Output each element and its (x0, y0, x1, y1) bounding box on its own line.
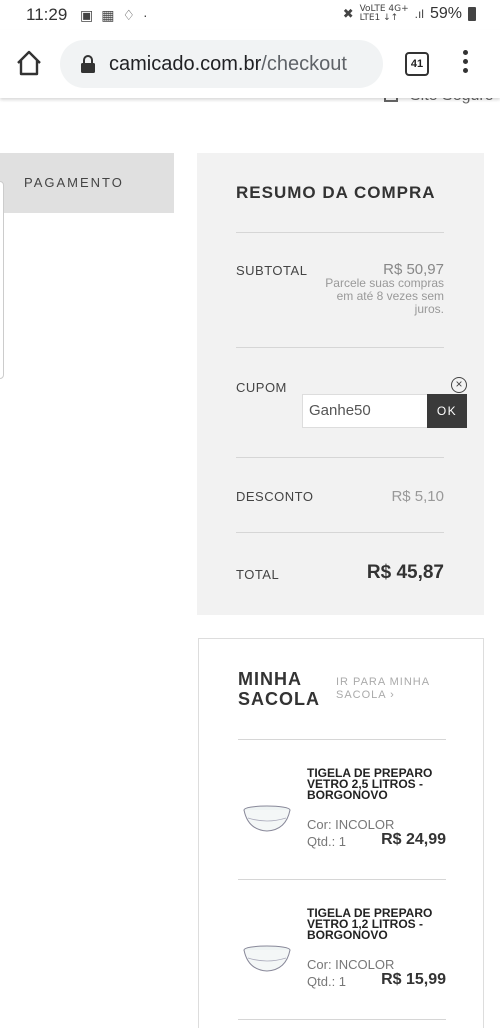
address-bar[interactable]: camicado.com.br/checkout (60, 40, 383, 88)
divider (238, 879, 446, 880)
step-tab-pagamento[interactable]: PAGAMENTO (0, 153, 174, 213)
mute-icon: ✖ (342, 6, 354, 21)
product-quantity: Qtd.: 1 (307, 834, 347, 849)
bag-title: MINHA SACOLA (238, 669, 320, 709)
step-label: PAGAMENTO (24, 175, 124, 190)
divider (236, 347, 444, 348)
status-indicators: ✖ VoLTE 4G+ LTE1 ↓↑ .ıl 59% (343, 5, 476, 23)
notification-icons: ▣ ▦ ♢ · (80, 6, 148, 24)
total-value: R$ 45,87 (366, 562, 444, 583)
total-label: TOTAL (236, 567, 280, 582)
divider (238, 1019, 446, 1020)
bag-item[interactable]: TIGELA DE PREPARO VETRO 2,5 LITROS - BOR… (238, 766, 446, 858)
url-text[interactable]: camicado.com.br/checkout (109, 53, 347, 76)
battery-percent: 59% (429, 5, 462, 22)
my-bag: MINHA SACOLA IR PARA MINHA SACOLA › TIGE… (198, 638, 484, 1028)
glass-bowl-image (243, 945, 291, 972)
trophy-icon: ♢ (122, 7, 136, 23)
payment-form-frame (0, 181, 4, 379)
url-path: /checkout (261, 53, 347, 75)
purchase-summary: RESUMO DA COMPRA SUBTOTAL R$ 50,97 Parce… (197, 153, 484, 615)
product-name: TIGELA DE PREPARO VETRO 2,5 LITROS - BOR… (307, 766, 433, 802)
bag-item[interactable]: TIGELA DE PREPARO VETRO 1,2 LITROS - BOR… (238, 906, 446, 998)
network-sub: LTE1 ↓↑ (359, 13, 399, 23)
product-price: R$ 24,99 (381, 831, 446, 848)
coupon-apply-button[interactable]: OK (427, 394, 467, 428)
browser-toolbar: camicado.com.br/checkout 41 (0, 30, 500, 98)
overflow-menu-icon[interactable] (458, 50, 472, 78)
home-icon[interactable] (14, 48, 44, 78)
product-quantity: Qtd.: 1 (307, 974, 347, 989)
status-time: 11:29 (26, 5, 68, 24)
product-name: TIGELA DE PREPARO VETRO 1,2 LITROS - BOR… (307, 906, 433, 942)
location-image-icon: ▦ (101, 7, 115, 23)
discount-value: R$ 5,10 (391, 488, 444, 505)
product-color: Cor: INCOLOR (307, 817, 395, 832)
subtotal-label: SUBTOTAL (236, 263, 308, 278)
signal-icon: .ıl (414, 7, 424, 21)
divider (238, 739, 446, 740)
coupon-input[interactable]: Ganhe50 (302, 394, 429, 428)
divider (236, 232, 444, 233)
go-to-bag-link[interactable]: IR PARA MINHA SACOLA › (336, 676, 446, 702)
clear-coupon-icon[interactable]: × (451, 377, 467, 393)
divider (236, 457, 444, 458)
discount-label: DESCONTO (236, 489, 314, 504)
installments-note: Parcele suas compras em até 8 vezes sem … (325, 276, 444, 316)
product-color: Cor: INCOLOR (307, 957, 395, 972)
gallery-icon: ▣ (80, 7, 94, 23)
network-indicator: VoLTE 4G+ LTE1 ↓↑ (360, 5, 409, 23)
battery-icon (468, 7, 476, 21)
status-bar: 11:29 ▣ ▦ ♢ · ✖ VoLTE 4G+ LTE1 ↓↑ .ıl 59… (0, 0, 500, 30)
lock-icon (81, 55, 95, 73)
summary-title: RESUMO DA COMPRA (236, 183, 436, 202)
url-domain: camicado.com.br (109, 53, 262, 75)
tab-switcher-button[interactable]: 41 (405, 52, 429, 76)
more-dot-icon: · (143, 7, 148, 23)
glass-bowl-image (243, 805, 291, 832)
divider (236, 532, 444, 533)
product-price: R$ 15,99 (381, 971, 446, 988)
coupon-label: CUPOM (236, 380, 287, 395)
